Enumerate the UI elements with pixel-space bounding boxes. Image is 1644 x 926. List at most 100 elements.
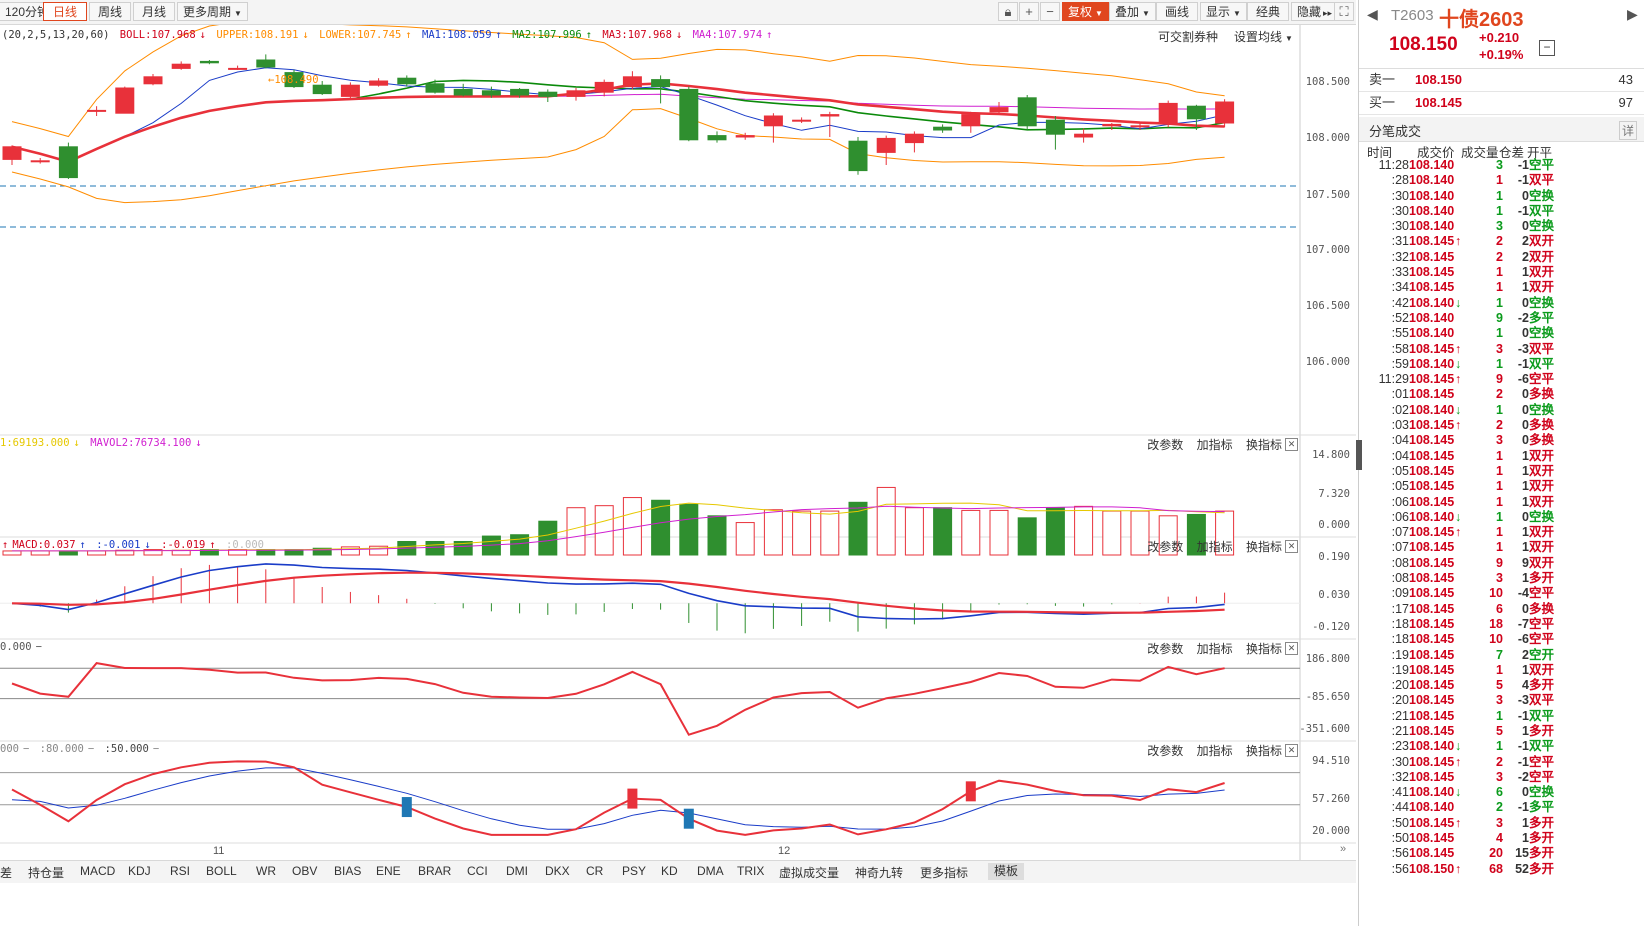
volume-bar bbox=[735, 522, 755, 556]
modify-params-button[interactable]: 改参数 bbox=[1147, 642, 1183, 656]
indicator-tab[interactable]: ENE bbox=[376, 864, 401, 878]
price-change: +0.210 bbox=[1479, 30, 1520, 45]
candle-body bbox=[228, 67, 248, 70]
price-change-pct: +0.19% bbox=[1479, 47, 1524, 62]
prev-contract-icon[interactable]: ◀ bbox=[1367, 6, 1378, 23]
indicator-tab[interactable]: RSI bbox=[170, 864, 190, 878]
indicator-tab[interactable]: 神奇九转 bbox=[855, 864, 903, 881]
legend-zero: :0.000 bbox=[226, 539, 264, 551]
add-indicator-button[interactable]: 加指标 bbox=[1197, 540, 1233, 554]
indicator-tab[interactable]: BRAR bbox=[418, 864, 451, 878]
add-indicator-button[interactable]: 加指标 bbox=[1197, 642, 1233, 656]
candle-body bbox=[566, 90, 586, 97]
y-tick: 20.000 bbox=[1312, 825, 1350, 837]
modify-params-button[interactable]: 改参数 bbox=[1147, 744, 1183, 758]
tick-time: :30 bbox=[1391, 219, 1409, 234]
candle-body bbox=[1045, 119, 1065, 135]
close-icon[interactable]: ✕ bbox=[1285, 744, 1298, 757]
indicator-tab[interactable]: 虚拟成交量 bbox=[779, 864, 839, 881]
macd-y-axis: 0.190 0.030 -0.120 bbox=[1300, 537, 1356, 637]
hide-button[interactable]: 隐藏 ▸▸ bbox=[1291, 2, 1339, 21]
volume-bar bbox=[989, 509, 1009, 556]
tick-arrow-icon: ↑ bbox=[1455, 861, 1462, 876]
switch-indicator-button[interactable]: 换指标 bbox=[1246, 540, 1282, 554]
ticks-list: 11:28 108.140 3 -1 空平:28 108.140 1 -1 双平:30 108.1… bbox=[1359, 158, 1644, 877]
y-tick: 14.800 bbox=[1312, 449, 1350, 461]
indicator-tab[interactable]: 差 bbox=[0, 864, 12, 881]
indicator-tab[interactable]: 持仓量 bbox=[28, 864, 64, 881]
volume-bar bbox=[1102, 510, 1122, 556]
indicator-tab[interactable]: CR bbox=[586, 864, 603, 878]
cci-panel-controls: 改参数 加指标 换指标 bbox=[1137, 640, 1282, 657]
zoom-in-icon[interactable]: + bbox=[1019, 2, 1039, 21]
indicator-tab[interactable]: CCI bbox=[467, 864, 488, 878]
panel-toggle-handle[interactable] bbox=[1356, 440, 1362, 470]
tick-volume: 1 bbox=[1496, 662, 1503, 677]
tick-price: 108.145 bbox=[1409, 769, 1455, 784]
lock-icon[interactable]: 🔒︎ bbox=[998, 2, 1018, 21]
tick-volume: 9 bbox=[1496, 310, 1503, 325]
expand-icon[interactable]: ⛶ bbox=[1334, 2, 1354, 21]
display-dropdown[interactable]: 显示 ▼ bbox=[1200, 2, 1247, 21]
tick-oi-change: -2 bbox=[1517, 310, 1529, 325]
indicator-tab[interactable]: KDJ bbox=[128, 864, 151, 878]
indicator-tab[interactable]: PSY bbox=[622, 864, 646, 878]
indicator-tab[interactable]: TRIX bbox=[737, 864, 764, 878]
close-icon[interactable]: ✕ bbox=[1285, 540, 1298, 553]
next-contract-icon[interactable]: ▶ bbox=[1627, 6, 1638, 23]
close-icon[interactable]: ✕ bbox=[1285, 642, 1298, 655]
indicator-tab[interactable]: BOLL bbox=[206, 864, 237, 878]
period-weekly[interactable]: 周线 bbox=[89, 2, 131, 21]
candle-body bbox=[87, 109, 107, 112]
ticks-detail-button[interactable]: 详 bbox=[1618, 121, 1637, 140]
indicator-tab[interactable]: 模板 bbox=[988, 863, 1025, 880]
tick-price: 108.150 bbox=[1409, 861, 1455, 876]
indicator-tab[interactable]: DMA bbox=[697, 864, 724, 878]
volume-bar bbox=[792, 510, 812, 556]
zoom-out-icon[interactable]: − bbox=[1040, 2, 1060, 21]
modify-params-button[interactable]: 改参数 bbox=[1147, 438, 1183, 452]
deliverable-bonds-button[interactable]: 可交割券种 bbox=[1158, 28, 1218, 45]
indicator-tab[interactable]: DMI bbox=[506, 864, 528, 878]
indicator-tab[interactable]: 更多指标 bbox=[920, 864, 968, 881]
tick-volume: 5 bbox=[1496, 723, 1503, 738]
double-chevron-right-icon[interactable]: » bbox=[1340, 843, 1346, 855]
tick-time: :30 bbox=[1391, 203, 1409, 218]
indicator-tab[interactable]: OBV bbox=[292, 864, 317, 878]
indicator-tab[interactable]: KD bbox=[661, 864, 678, 878]
classic-button[interactable]: 经典 bbox=[1247, 2, 1289, 21]
switch-indicator-button[interactable]: 换指标 bbox=[1246, 438, 1282, 452]
chart-area[interactable]: (20,2,5,13,20,60) BOLL:107.968 ↓ UPPER:10… bbox=[0, 25, 1356, 861]
modify-params-button[interactable]: 改参数 bbox=[1147, 540, 1183, 554]
tick-row: :05 108.145 1 1 双开 bbox=[1359, 479, 1644, 494]
switch-indicator-button[interactable]: 换指标 bbox=[1246, 744, 1282, 758]
draw-line-button[interactable]: 画线 bbox=[1156, 2, 1198, 21]
tick-arrow-icon: ↓ bbox=[1455, 509, 1462, 524]
indicator-tab[interactable]: DKX bbox=[545, 864, 570, 878]
switch-indicator-button[interactable]: 换指标 bbox=[1246, 642, 1282, 656]
tick-oi-change: 0 bbox=[1522, 402, 1529, 417]
tick-time: :19 bbox=[1391, 647, 1409, 662]
period-monthly[interactable]: 月线 bbox=[133, 2, 175, 21]
add-indicator-button[interactable]: 加指标 bbox=[1197, 438, 1233, 452]
tick-row: :05 108.145 1 1 双开 bbox=[1359, 464, 1644, 479]
tick-oi-change: 1 bbox=[1522, 463, 1529, 478]
ma-setting-dropdown[interactable]: 设置均线 ▼ bbox=[1234, 28, 1293, 45]
tick-oi-change: 2 bbox=[1522, 647, 1529, 662]
tick-type: 多换 bbox=[1529, 433, 1555, 448]
tick-oi-change: -4 bbox=[1517, 586, 1529, 601]
indicator-tab[interactable]: BIAS bbox=[334, 864, 361, 878]
add-indicator-button[interactable]: 加指标 bbox=[1197, 744, 1233, 758]
indicator-tab[interactable]: MACD bbox=[80, 864, 115, 878]
tick-row: :04 108.145 1 1 双开 bbox=[1359, 449, 1644, 464]
close-icon[interactable]: ✕ bbox=[1285, 438, 1298, 451]
fuquan-dropdown[interactable]: 复权 ▼ bbox=[1062, 2, 1109, 21]
candle-body bbox=[876, 137, 896, 153]
candle-body bbox=[510, 88, 530, 96]
period-daily[interactable]: 日线 bbox=[43, 2, 87, 21]
collapse-icon[interactable]: − bbox=[1539, 40, 1555, 56]
overlay-dropdown[interactable]: 叠加 ▼ bbox=[1109, 2, 1156, 21]
tick-time: :28 bbox=[1391, 173, 1409, 188]
more-periods-dropdown[interactable]: 更多周期 ▼ bbox=[177, 2, 248, 21]
indicator-tab[interactable]: WR bbox=[256, 864, 276, 878]
